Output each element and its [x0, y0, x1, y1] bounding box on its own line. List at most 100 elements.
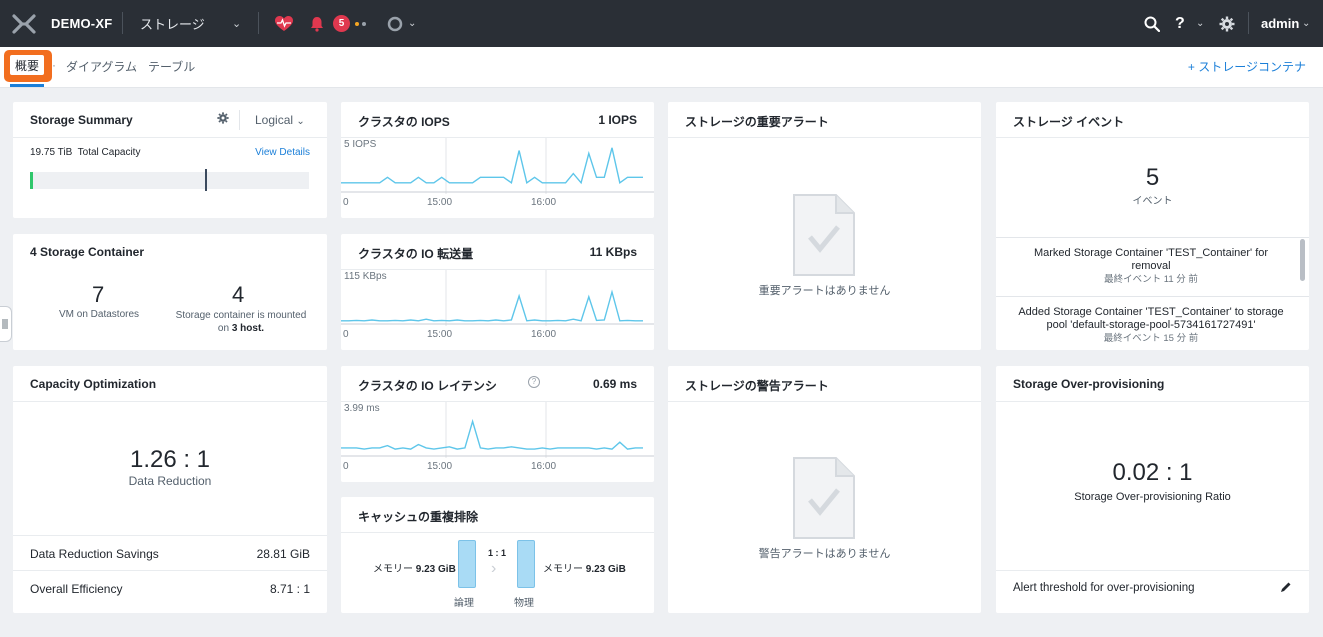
card-title: キャッシュの重複排除	[358, 510, 479, 524]
cluster-name[interactable]: DEMO-XF	[51, 0, 112, 47]
x-tick-label: 0	[343, 461, 349, 472]
logical-label: 論理	[454, 598, 474, 609]
capacity-mode-dropdown[interactable]: Logical ⌄	[255, 113, 305, 127]
y-max-label: 115 KBps	[344, 271, 387, 282]
tab-table[interactable]: テーブル	[148, 58, 195, 75]
event-text: Marked Storage Container 'TEST_Container…	[1033, 247, 1269, 272]
io-throughput-line-chart: 115 KBps 0 15:00 16:00	[341, 270, 654, 340]
capacity-usage-fill	[30, 172, 33, 189]
x-tick-label: 15:00	[427, 461, 452, 472]
empty-document-icon	[792, 456, 856, 543]
x-tick-label: 0	[343, 197, 349, 208]
alerts-bell-icon[interactable]	[310, 0, 324, 47]
tab-diagram[interactable]: ダイアグラム	[66, 58, 137, 75]
vm-count: 7	[92, 282, 105, 307]
physical-label: 物理	[514, 598, 534, 609]
x-tick-label: 16:00	[531, 461, 556, 472]
card-title: Capacity Optimization	[30, 377, 157, 391]
help-circle-icon[interactable]: ?	[528, 376, 540, 388]
over-provisioning-label: Storage Over-provisioning Ratio	[1074, 491, 1231, 503]
host-on: on	[217, 323, 230, 334]
container-count: 4	[232, 282, 245, 307]
event-item[interactable]: Marked Storage Container 'TEST_Container…	[996, 247, 1306, 286]
health-heart-icon[interactable]	[275, 0, 293, 47]
sub-navigation	[0, 47, 1323, 88]
storage-events-card[interactable]: ストレージ イベント 5 イベント Marked Storage Contain…	[996, 102, 1309, 350]
x-tick-label: 16:00	[531, 197, 556, 208]
nutanix-logo-icon[interactable]	[12, 0, 38, 47]
tab-separator: ·	[133, 58, 137, 72]
table-row: Data Reduction Savings 28.81 GiB	[13, 535, 327, 571]
event-item[interactable]: Added Storage Container 'TEST_Container'…	[996, 306, 1306, 345]
chevron-down-icon: ⌄	[296, 116, 305, 127]
card-title: クラスタの IOPS	[358, 115, 450, 129]
data-reduction-label: Data Reduction	[128, 474, 212, 488]
card-title: Storage Summary	[30, 113, 133, 127]
alert-count-badge[interactable]: 5	[333, 15, 350, 32]
row-label: Overall Efficiency	[30, 582, 123, 596]
row-value: 8.71 : 1	[269, 582, 310, 596]
cluster-io-latency-card[interactable]: クラスタの IO レイテンシ ? 0.69 ms 3.99 ms 0 15:00…	[341, 366, 654, 482]
cluster-iops-card[interactable]: クラスタの IOPS 1 IOPS 5 IOPS 0 15:00 16:00	[341, 102, 654, 218]
empty-document-icon	[792, 193, 856, 280]
side-panel-handle[interactable]	[0, 306, 12, 342]
tasks-circle-icon[interactable]	[387, 0, 403, 47]
mode-label: Logical	[255, 113, 294, 127]
y-max-label: 5 IOPS	[344, 139, 377, 150]
chevron-down-icon[interactable]: ⌄	[408, 0, 416, 47]
chevron-down-icon[interactable]: ⌄	[1302, 0, 1310, 47]
row-value: 28.81 GiB	[256, 547, 310, 561]
scrollbar-thumb[interactable]	[1300, 239, 1305, 281]
row-label: Data Reduction Savings	[30, 547, 159, 561]
iops-line-chart: 5 IOPS 0 15:00 16:00	[341, 138, 654, 208]
x-tick-label: 0	[343, 329, 349, 340]
settings-gear-icon[interactable]	[1219, 0, 1235, 47]
physical-bar	[517, 540, 535, 588]
cluster-io-throughput-card[interactable]: クラスタの IO 転送量 11 KBps 115 KBps 0 15:00 16…	[341, 234, 654, 350]
total-capacity: 19.75 TiB Total Capacity	[30, 147, 140, 158]
card-title: ストレージ イベント	[1013, 115, 1125, 129]
critical-alerts-card[interactable]: ストレージの重要アラート 重要アラートはありません	[668, 102, 981, 350]
chevron-down-icon[interactable]: ⌄	[1196, 0, 1204, 47]
storage-summary-card: Storage Summary Logical ⌄ 19.75 TiB Tota…	[13, 102, 327, 218]
user-menu[interactable]: admin	[1261, 0, 1299, 47]
help-icon[interactable]: ?	[1175, 0, 1185, 47]
series-line	[341, 289, 643, 322]
edit-pencil-icon[interactable]	[1280, 581, 1292, 596]
table-row: Overall Efficiency 8.71 : 1	[13, 570, 327, 606]
warning-alerts-card[interactable]: ストレージの警告アラート 警告アラートはありません	[668, 366, 981, 613]
add-storage-container-button[interactable]: + ストレージコンテナ	[1188, 58, 1306, 75]
tab-summary[interactable]: 概要	[10, 55, 44, 75]
capacity-label: Total Capacity	[77, 147, 141, 158]
search-icon[interactable]	[1144, 0, 1160, 47]
current-value: 0.69 ms	[592, 377, 637, 391]
event-count: 5	[1145, 164, 1160, 191]
main-menu-dropdown[interactable]: ストレージ	[140, 0, 205, 47]
threshold-label: Alert threshold for over-provisioning	[1013, 582, 1195, 594]
capacity-threshold-marker	[205, 169, 207, 191]
view-details-link[interactable]: View Details	[255, 147, 310, 158]
memory-value: 9.23 GiB	[585, 564, 626, 575]
card-title: Storage Over-provisioning	[1013, 377, 1165, 391]
container-mounted-text: Storage container is mounted on 3 host.	[171, 309, 311, 335]
top-navigation-bar: DEMO-XF ストレージ ⌄ 5 ⌄ ? ⌄ admin ⌄	[0, 0, 1323, 47]
logical-memory: メモリー 9.23 GiB	[373, 560, 456, 575]
current-value: 1 IOPS	[598, 113, 637, 127]
storage-container-card: 4 Storage Container 7 VM on Datastores 4…	[13, 234, 327, 350]
memory-prefix: メモリー	[373, 564, 413, 575]
cache-dedup-card[interactable]: キャッシュの重複排除 メモリー 9.23 GiB 1 : 1 › メモリー 9.…	[341, 497, 654, 613]
status-dots-icon[interactable]	[355, 0, 369, 47]
x-tick-label: 15:00	[427, 329, 452, 340]
mounted-label: Storage container is mounted	[175, 310, 307, 321]
dedup-ratio: 1 : 1	[488, 548, 507, 558]
y-max-label: 3.99 ms	[344, 403, 380, 414]
data-reduction-ratio: 1.26 : 1	[129, 446, 211, 473]
tab-separator: ·	[52, 58, 56, 72]
chevron-right-icon: ›	[491, 560, 497, 577]
settings-gear-icon[interactable]	[217, 112, 229, 127]
active-tab-underline	[10, 84, 44, 87]
memory-prefix: メモリー	[543, 564, 583, 575]
host-count: 3	[231, 323, 238, 334]
card-title: クラスタの IO レイテンシ	[358, 379, 497, 393]
chevron-down-icon[interactable]: ⌄	[232, 0, 241, 47]
